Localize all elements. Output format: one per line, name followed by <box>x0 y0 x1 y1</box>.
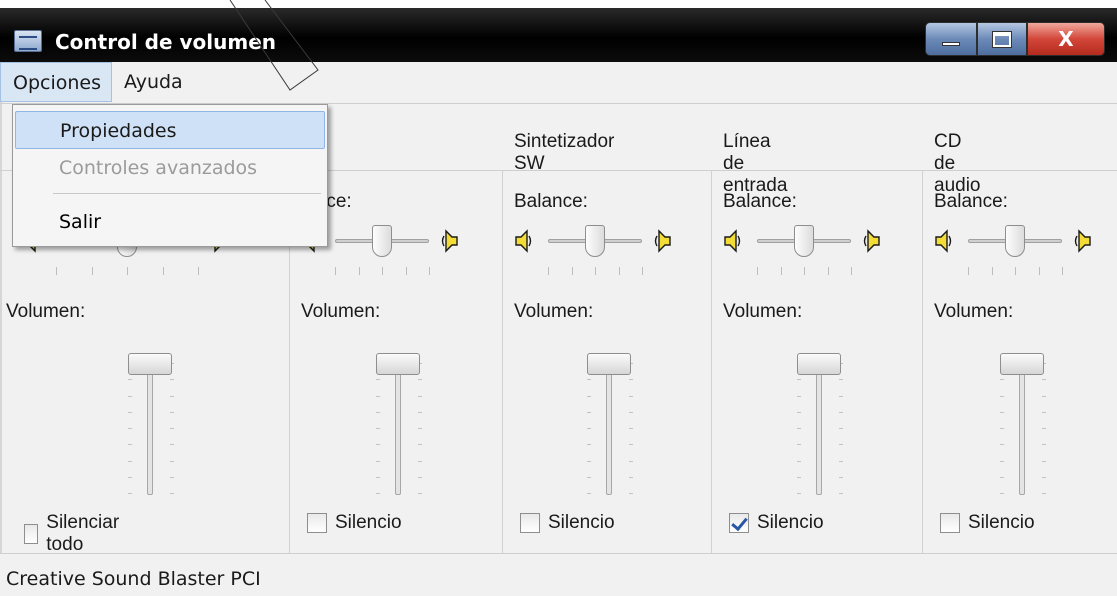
speaker-left-icon <box>935 229 952 253</box>
mute-checkbox[interactable] <box>520 513 540 533</box>
speaker-right-icon <box>863 229 880 253</box>
volume-label: Volumen: <box>301 301 381 322</box>
balance-slider-thumb[interactable] <box>585 225 605 257</box>
menu-item-propiedades[interactable]: Propiedades <box>15 111 325 149</box>
menu-bar: Opciones Ayuda <box>0 62 1117 102</box>
minimize-button[interactable] <box>925 22 977 56</box>
close-button[interactable]: X <box>1027 22 1105 56</box>
mute-label: Silencio <box>757 512 824 533</box>
volume-slider-thumb[interactable] <box>1000 353 1044 375</box>
mute-control[interactable]: Silencio <box>520 512 615 534</box>
maximize-icon <box>993 31 1011 47</box>
balance-slider-thumb[interactable] <box>372 225 392 257</box>
volume-label: Volumen: <box>934 301 1014 322</box>
mute-control[interactable]: Silencio <box>307 512 402 534</box>
minimize-icon <box>942 42 960 46</box>
maximize-button[interactable] <box>977 22 1027 56</box>
volume-slider-track[interactable] <box>1019 365 1025 495</box>
mute-label: Silencio <box>548 512 615 533</box>
volume-slider-track[interactable] <box>606 365 612 495</box>
balance-ticks <box>548 267 643 275</box>
volume-ticks <box>1042 363 1046 494</box>
window-title: Control de volumen <box>55 30 276 54</box>
balance-label: Balance: <box>514 191 588 212</box>
volume-label: Volumen: <box>514 301 594 322</box>
volume-slider-thumb[interactable] <box>587 353 631 375</box>
column-divider <box>502 171 503 553</box>
mute-label: Silencio <box>968 512 1035 533</box>
mute-control[interactable]: Silenciar todo <box>24 512 125 556</box>
volume-ticks <box>418 363 422 494</box>
balance-ticks <box>56 267 199 275</box>
device-name: Creative Sound Blaster PCI <box>6 568 261 590</box>
mute-checkbox[interactable] <box>940 513 960 533</box>
status-bar: Creative Sound Blaster PCI <box>0 553 1117 596</box>
volume-label: Volumen: <box>6 301 86 322</box>
column-name: Sintetizador SW <box>514 131 615 174</box>
menu-item-salir[interactable]: Salir <box>15 203 325 241</box>
balance-label: Balance: <box>934 191 1008 212</box>
balance-slider-thumb[interactable] <box>794 225 814 257</box>
balance-ticks <box>757 267 852 275</box>
volume-slider-track[interactable] <box>147 365 153 495</box>
volume-control-app-icon <box>14 30 42 52</box>
volume-ticks <box>839 363 843 494</box>
volume-ticks <box>170 363 174 494</box>
balance-slider-thumb[interactable] <box>1005 225 1025 257</box>
title-bar[interactable]: Control de volumen X <box>0 0 1117 62</box>
volume-slider-track[interactable] <box>816 365 822 495</box>
speaker-right-icon <box>441 229 458 253</box>
mute-label: Silencio <box>335 512 402 533</box>
column-divider <box>922 171 923 553</box>
volume-ticks <box>376 363 380 494</box>
mute-control[interactable]: Silencio <box>729 512 824 534</box>
volume-slider-thumb[interactable] <box>797 353 841 375</box>
column-name: Línea de entrada <box>723 131 788 196</box>
volume-slider-track[interactable] <box>395 365 401 495</box>
menu-separator <box>53 193 321 194</box>
window-controls: X <box>925 22 1105 56</box>
column-divider <box>711 171 712 553</box>
mute-checkbox[interactable] <box>24 524 39 544</box>
mute-checkbox[interactable] <box>729 513 749 533</box>
volume-ticks <box>629 363 633 494</box>
column-name: CD de audio <box>934 131 981 196</box>
volume-ticks <box>797 363 801 494</box>
opciones-dropdown-menu: Propiedades Controles avanzados Salir <box>12 104 328 247</box>
speaker-left-icon <box>515 229 532 253</box>
balance-ticks <box>968 267 1063 275</box>
mute-control[interactable]: Silencio <box>940 512 1035 534</box>
volume-slider-thumb[interactable] <box>128 353 172 375</box>
balance-ticks <box>335 267 430 275</box>
speaker-right-icon <box>1074 229 1091 253</box>
speaker-left-icon <box>724 229 741 253</box>
mute-label: Silenciar todo <box>46 512 120 555</box>
balance-label: Balance: <box>723 191 797 212</box>
volume-label: Volumen: <box>723 301 803 322</box>
close-icon: X <box>1058 27 1074 51</box>
menu-ayuda[interactable]: Ayuda <box>112 62 193 102</box>
mute-checkbox[interactable] <box>307 513 327 533</box>
volume-ticks <box>1000 363 1004 494</box>
volume-ticks <box>128 363 132 494</box>
speaker-right-icon <box>654 229 671 253</box>
menu-item-controles-avanzados: Controles avanzados <box>59 157 258 179</box>
volume-ticks <box>587 363 591 494</box>
menu-opciones[interactable]: Opciones <box>0 62 112 102</box>
volume-slider-thumb[interactable] <box>376 353 420 375</box>
